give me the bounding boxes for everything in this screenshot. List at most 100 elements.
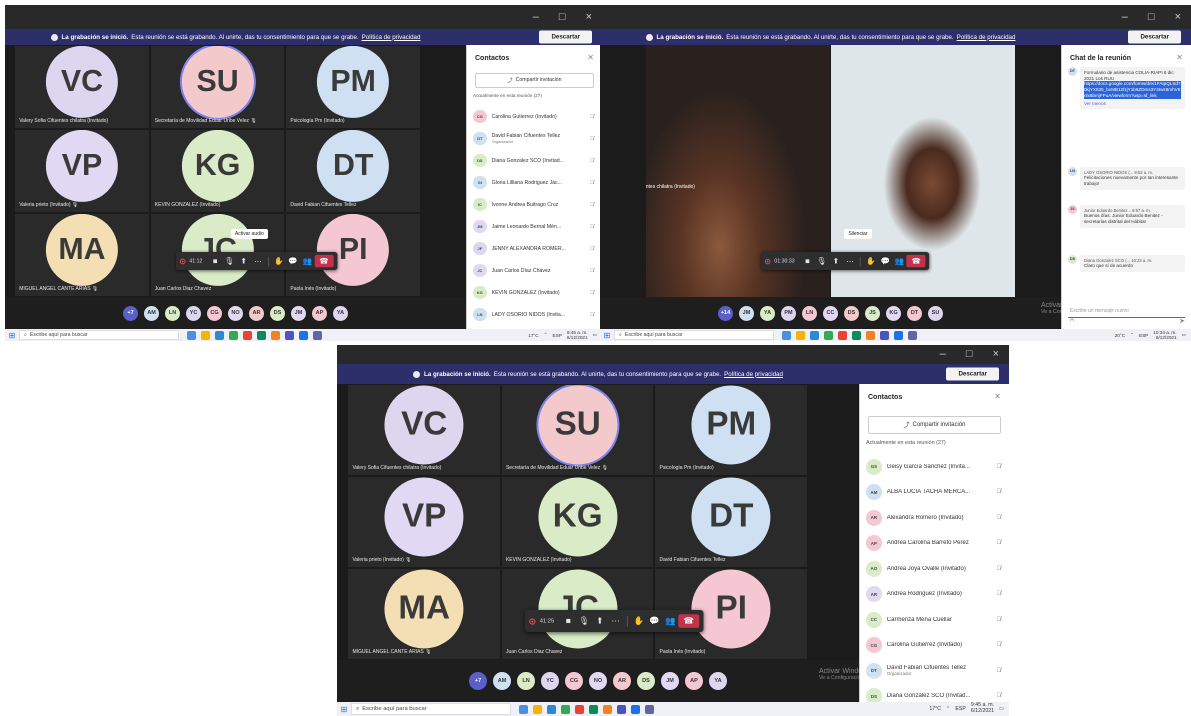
more-actions-button[interactable]: ⋯: [608, 617, 624, 625]
participant-chip[interactable]: DS: [270, 305, 285, 321]
participant-row[interactable]: CG Carolina Gutierrez (Invitado) 🎙̸: [866, 633, 1001, 659]
maximize-button[interactable]: □: [1138, 11, 1165, 23]
minimize-button[interactable]: –: [523, 11, 549, 23]
participant-row[interactable]: CG Carolina Gutierrez (Invitado) 🎙̸: [473, 106, 594, 128]
input-language[interactable]: ESP: [553, 333, 562, 338]
participant-chip[interactable]: DS: [844, 305, 859, 321]
minimize-button[interactable]: –: [1112, 11, 1138, 23]
taskbar-app-icon[interactable]: [257, 330, 266, 340]
taskbar-app-icon[interactable]: [561, 704, 570, 714]
taskbar-app-icon[interactable]: [810, 330, 819, 340]
share-screen-button[interactable]: ⬆: [236, 256, 250, 265]
participant-chip[interactable]: AR: [613, 672, 631, 690]
share-screen-button[interactable]: ⬆: [829, 256, 843, 265]
weather-temperature[interactable]: 17°C: [528, 333, 538, 338]
microphone-button[interactable]: 🎙: [576, 617, 592, 625]
participant-chip[interactable]: AP: [685, 672, 703, 690]
taskbar-search[interactable]: ⌕ Escribe aquí para buscar: [19, 330, 179, 340]
chat-button[interactable]: 💬: [286, 256, 300, 265]
windows-start-icon[interactable]: ⊞: [337, 705, 351, 714]
participant-chip[interactable]: YA: [333, 305, 348, 321]
taskbar-clock[interactable]: 9:45 a. m. 6/12/2021: [971, 703, 994, 714]
close-panel-button[interactable]: ✕: [1176, 53, 1183, 62]
participant-chip[interactable]: LN: [165, 305, 180, 321]
participant-row[interactable]: JF JENNY ALEXANDRA ROMER... 🎙̸: [473, 238, 594, 260]
participant-chip[interactable]: NO: [228, 305, 243, 321]
taskbar-app-icon[interactable]: [271, 330, 280, 340]
camera-off-button[interactable]: ■: [208, 256, 222, 265]
input-language[interactable]: ESP: [955, 706, 965, 712]
participants-button[interactable]: 👥: [300, 256, 314, 265]
taskbar-search[interactable]: ⌕ Escribe aquí para buscar: [351, 703, 511, 715]
participant-row[interactable]: AM ALBA LUCIA TACHA MERCA... 🎙̸: [866, 480, 1001, 506]
dismiss-banner-button[interactable]: Descartar: [539, 30, 592, 44]
taskbar-app-icon[interactable]: [243, 330, 252, 340]
taskbar-app-icon[interactable]: [187, 330, 196, 340]
chat-button[interactable]: 💬: [879, 256, 893, 265]
in-meeting-section-header[interactable]: Actualmente en esta reunión (27): [866, 440, 946, 446]
participant-chip[interactable]: LN: [517, 672, 535, 690]
chat-message[interactable]: LN LADY OSORIO NIDOS (... 9:52 a. m. Felic…: [1068, 167, 1185, 190]
weather-temperature[interactable]: 20°C: [1115, 333, 1125, 338]
participant-chip[interactable]: PM: [781, 305, 796, 321]
taskbar-app-icon[interactable]: [533, 704, 542, 714]
participant-row[interactable]: IC Ivonne Andrea Buitrago Cruz 🎙̸: [473, 194, 594, 216]
participant-chip[interactable]: SU: [928, 305, 943, 321]
participant-chip[interactable]: DS: [637, 672, 655, 690]
participant-row[interactable]: JM Jaime Leonardo Bernal Mén... 🎙̸: [473, 216, 594, 238]
chat-message[interactable]: JS Junior Eduardo Benitez... 9:57 a. m. Bu…: [1068, 205, 1185, 228]
participant-tile[interactable]: SU Secretaría de Movilidad Eduar Uribe Ve…: [149, 45, 286, 129]
participant-chip[interactable]: CG: [207, 305, 222, 321]
taskbar-app-icon[interactable]: [519, 704, 528, 714]
participant-tile[interactable]: MA MIGUEL ANGEL CANTE ARIAS 🎙: [347, 568, 501, 660]
raise-hand-button[interactable]: ✋: [271, 256, 285, 265]
participant-row[interactable]: DS Diana Gonzalez SCO (Invitad... 🎙̸: [473, 150, 594, 172]
taskbar-app-icon[interactable]: [547, 704, 556, 714]
more-participants-chip[interactable]: +7: [469, 672, 487, 690]
format-icon[interactable]: A: [1070, 317, 1074, 323]
microphone-button[interactable]: 🎙: [815, 256, 829, 265]
taskbar-app-icon[interactable]: [645, 704, 654, 714]
participant-tile[interactable]: DT David Fabian Cifuentes Tellez: [654, 476, 808, 568]
participant-tile[interactable]: VP Valeria prieto (Invitado) 🎙: [347, 476, 501, 568]
send-icon[interactable]: ➤: [1179, 317, 1185, 325]
more-actions-button[interactable]: ⋯: [250, 256, 264, 265]
network-icon[interactable]: ⌃: [946, 706, 950, 712]
more-participants-chip[interactable]: +7: [123, 305, 138, 321]
participant-row[interactable]: AR Andrea Rodriguez (Invitado) 🎙̸: [866, 582, 1001, 608]
participant-row[interactable]: AR Alexandra Romero (Invitado) 🎙̸: [866, 505, 1001, 531]
see-less-link[interactable]: Ver menos: [1084, 101, 1181, 107]
privacy-policy-link[interactable]: Política de privacidad: [362, 34, 421, 41]
participant-row[interactable]: DT David Fabian Cifuentes Tellez Organizad…: [473, 128, 594, 150]
share-screen-button[interactable]: ⬆: [592, 617, 608, 625]
notifications-icon[interactable]: ▭: [593, 332, 597, 338]
more-participants-chip[interactable]: +14: [718, 305, 733, 321]
participant-tile[interactable]: DT David Fabian Cifuentes Tellez: [285, 129, 421, 213]
taskbar-app-icon[interactable]: [824, 330, 833, 340]
participant-chip[interactable]: AM: [493, 672, 511, 690]
participant-tile[interactable]: PM Psicología Pm (Invitado): [654, 384, 808, 476]
participant-chip[interactable]: AR: [249, 305, 264, 321]
camera-off-button[interactable]: ■: [560, 617, 576, 625]
weather-temperature[interactable]: 17°C: [929, 706, 941, 712]
participant-tile[interactable]: VC Valery Sofia Cifuentes chilatra (Invit…: [14, 45, 150, 129]
privacy-policy-link[interactable]: Política de privacidad: [957, 34, 1016, 41]
participant-row[interactable]: DS Diana González SCO (Invitad... 🎙̸: [866, 684, 1001, 702]
share-invite-button[interactable]: ⤴ Compartir invitación: [868, 415, 1001, 434]
taskbar-app-icon[interactable]: [215, 330, 224, 340]
share-invite-button[interactable]: ⤴ Compartir invitación: [475, 72, 594, 88]
participant-chip[interactable]: LN: [802, 305, 817, 321]
taskbar-app-icon[interactable]: [852, 330, 861, 340]
participant-chip[interactable]: JM: [291, 305, 306, 321]
notifications-icon[interactable]: ▭: [1182, 332, 1186, 338]
leave-call-button[interactable]: ☎: [677, 614, 699, 629]
network-icon[interactable]: ⌃: [1130, 332, 1134, 338]
participant-tile[interactable]: VP Valeria prieto (Invitado) 🎙: [14, 129, 150, 213]
maximize-button[interactable]: □: [956, 349, 983, 360]
taskbar-clock[interactable]: 10:34 a. m. 6/12/2021: [1153, 330, 1176, 340]
participant-chip[interactable]: DT: [907, 305, 922, 321]
participant-chip[interactable]: JM: [739, 305, 754, 321]
close-window-button[interactable]: ×: [1165, 11, 1191, 23]
taskbar-app-icon[interactable]: [908, 330, 917, 340]
camera-off-button[interactable]: ■: [801, 256, 815, 265]
